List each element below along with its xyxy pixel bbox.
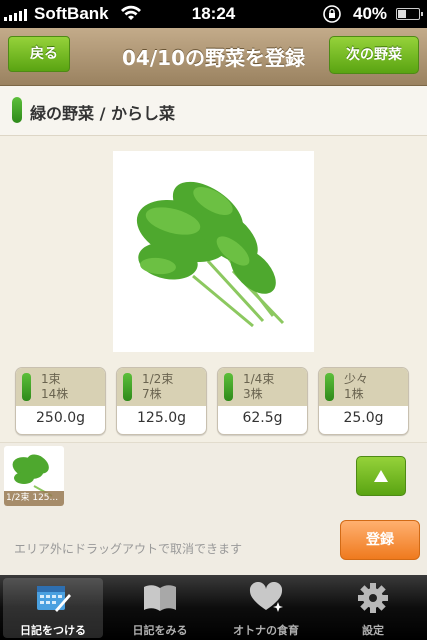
heart-icon — [249, 582, 283, 612]
selected-item[interactable]: 1/2束 125... — [4, 446, 64, 506]
expand-up-button[interactable] — [356, 456, 406, 496]
amount-count: 1株 — [344, 387, 364, 401]
amount-unit: 1/2束 — [142, 372, 174, 386]
amount-weight: 62.5g — [242, 410, 283, 426]
next-vegetable-button[interactable]: 次の野菜 — [329, 36, 419, 74]
amount-unit: 1/4束 — [243, 372, 275, 386]
calendar-pencil-icon — [37, 586, 71, 612]
tab-label: オトナの食育 — [233, 624, 299, 637]
selected-item-caption: 1/2束 125... — [4, 491, 64, 506]
book-icon — [144, 585, 176, 611]
green-marker — [22, 373, 31, 401]
tab-label: 日記をつける — [20, 624, 86, 637]
drag-hint-text: エリア外にドラッグアウトで取消できます — [14, 542, 243, 556]
tab-label: 日記をみる — [132, 624, 188, 637]
amount-card[interactable]: 1束 14株 250.0g — [15, 367, 106, 435]
tab-label: 設定 — [362, 624, 384, 637]
amount-count: 14株 — [41, 387, 69, 401]
amount-card[interactable]: 1/4束 3株 62.5g — [217, 367, 308, 435]
tab-diary-entry[interactable]: 日記をつける — [3, 578, 103, 638]
vegetable-photo — [113, 151, 314, 352]
green-marker — [123, 373, 132, 401]
register-button[interactable]: 登録 — [340, 520, 420, 560]
vegetable-heading: 緑の野菜 / からし菜 — [0, 86, 427, 136]
gear-icon — [358, 583, 388, 613]
battery-icon — [396, 8, 423, 20]
battery-percent: 40% — [353, 4, 388, 23]
amount-weight: 125.0g — [137, 410, 186, 426]
amount-count: 3株 — [243, 387, 263, 401]
amount-count: 7株 — [142, 387, 162, 401]
triangle-up-icon — [374, 470, 388, 482]
amount-unit: 少々 — [344, 372, 369, 386]
amount-unit: 1束 — [41, 372, 61, 386]
vegetable-name: 緑の野菜 / からし菜 — [30, 104, 175, 123]
back-button[interactable]: 戻る — [8, 36, 70, 72]
amount-weight: 25.0g — [343, 410, 384, 426]
amount-card[interactable]: 1/2束 7株 125.0g — [116, 367, 207, 435]
tab-food-education[interactable]: オトナの食育 — [216, 578, 316, 638]
tab-settings[interactable]: 設定 — [323, 578, 423, 638]
page-title: 04/10の野菜を登録 — [122, 46, 305, 70]
rotation-lock-icon — [323, 5, 341, 23]
tab-diary-view[interactable]: 日記をみる — [110, 578, 210, 638]
navigation-bar: 戻る 04/10の野菜を登録 次の野菜 — [0, 28, 427, 86]
green-category-marker — [12, 97, 22, 123]
mustard-greens-image — [136, 181, 285, 328]
status-bar: SoftBank 18:24 40% — [0, 0, 427, 28]
amount-weight: 250.0g — [36, 410, 85, 426]
green-marker — [325, 373, 334, 401]
amount-card[interactable]: 少々 1株 25.0g — [318, 367, 409, 435]
tab-bar: 日記をつける 日記をみる オトナの食育 設定 — [0, 575, 427, 640]
green-marker — [224, 373, 233, 401]
